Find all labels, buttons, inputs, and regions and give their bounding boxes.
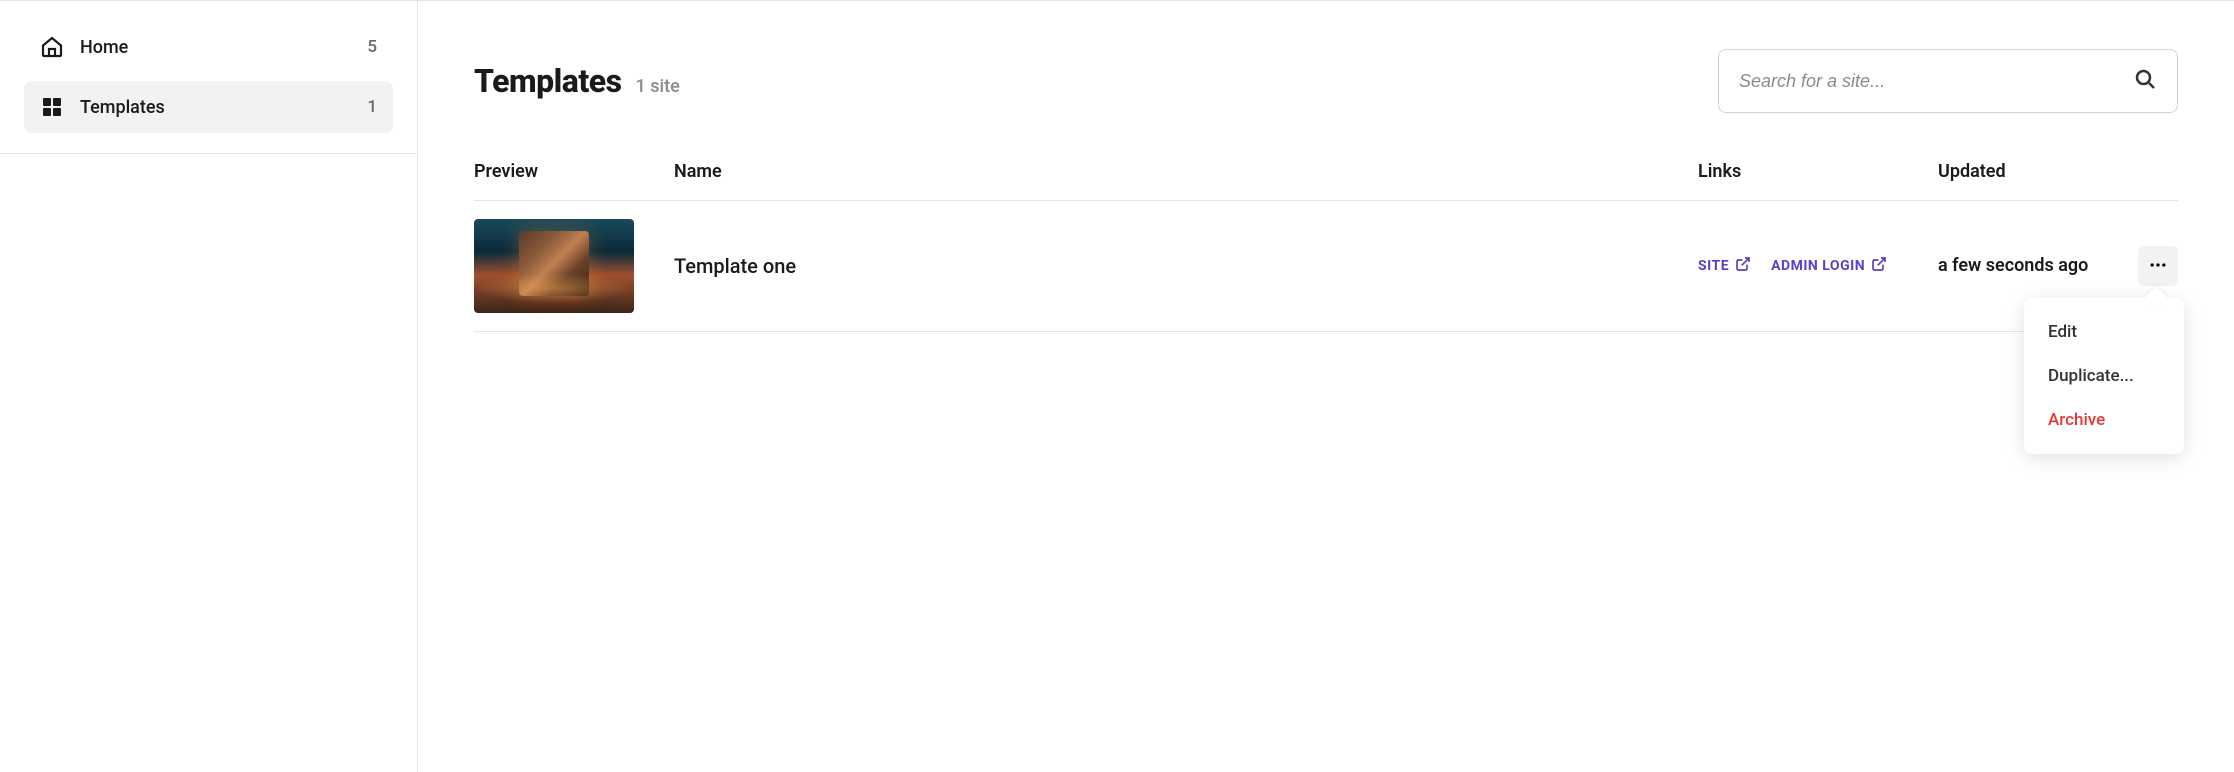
col-links: Links (1698, 161, 1938, 182)
external-link-icon (1871, 256, 1887, 276)
sidebar-item-label: Home (80, 37, 367, 58)
sidebar-nav: Home 5 Templates 1 (0, 21, 417, 154)
admin-login-link[interactable]: ADMIN LOGIN (1771, 256, 1887, 276)
main-content: Templates 1 site Preview Name Links Upda… (418, 0, 2234, 772)
dropdown-edit[interactable]: Edit (2024, 310, 2184, 354)
sidebar-item-label: Templates (80, 97, 367, 118)
site-link[interactable]: SITE (1698, 256, 1751, 276)
sidebar: Home 5 Templates 1 (0, 0, 418, 772)
more-horizontal-icon (2148, 255, 2168, 278)
search-box[interactable] (1718, 49, 2178, 113)
dropdown-archive[interactable]: Archive (2024, 398, 2184, 442)
sidebar-item-home[interactable]: Home 5 (24, 21, 393, 73)
template-name: Template one (674, 254, 1698, 278)
col-name: Name (674, 161, 1698, 182)
external-link-icon (1735, 256, 1751, 276)
template-thumbnail[interactable] (474, 219, 634, 313)
links-cell: SITE ADMIN LOGIN (1698, 256, 1938, 276)
preview-cell (474, 219, 674, 313)
admin-login-label: ADMIN LOGIN (1771, 258, 1865, 274)
page-subtitle: 1 site (636, 76, 680, 97)
table-header: Preview Name Links Updated (474, 161, 2178, 201)
search-input[interactable] (1739, 71, 2133, 92)
sidebar-item-count: 5 (367, 37, 377, 57)
title-group: Templates 1 site (474, 62, 680, 100)
more-actions-button[interactable] (2138, 246, 2178, 286)
col-preview: Preview (474, 161, 674, 182)
sidebar-item-templates[interactable]: Templates 1 (24, 81, 393, 133)
col-updated: Updated (1938, 161, 2118, 182)
search-icon (2133, 67, 2157, 95)
home-icon (40, 35, 64, 59)
table-row: Template one SITE ADMIN LOG (474, 201, 2178, 332)
page-title: Templates (474, 62, 622, 100)
page-header: Templates 1 site (474, 49, 2178, 113)
site-link-label: SITE (1698, 258, 1729, 274)
actions-dropdown: Edit Duplicate... Archive (2024, 298, 2184, 454)
sidebar-item-count: 1 (367, 97, 377, 117)
dropdown-duplicate[interactable]: Duplicate... (2024, 354, 2184, 398)
templates-table: Preview Name Links Updated Template one … (474, 161, 2178, 332)
grid-icon (40, 95, 64, 119)
updated-cell: a few seconds ago (1938, 254, 2118, 277)
